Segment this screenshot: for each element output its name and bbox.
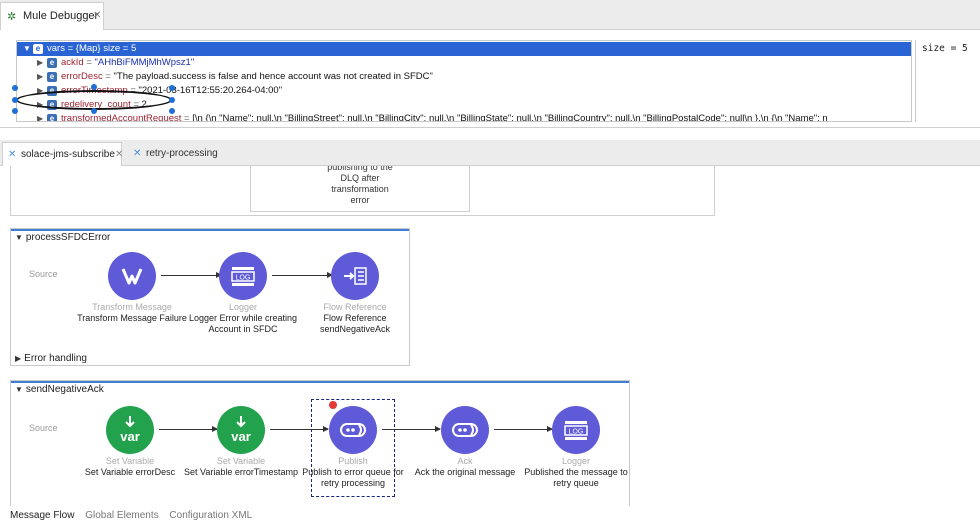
tree-value: "AHhBiFMMjMhWpsz1" <box>94 57 195 68</box>
variables-tree[interactable]: ▼ e vars = {Map} size = 5 ▶ e ackId = "A… <box>16 40 912 122</box>
expanded-triangle-icon[interactable]: ▼ <box>23 42 31 56</box>
tree-row-errordesc[interactable]: ▶ e errorDesc = "The payload.success is … <box>17 70 911 84</box>
source-label: Source <box>29 423 58 433</box>
node-label: Logger Error while creating Account in S… <box>188 313 298 334</box>
collapse-triangle-icon[interactable]: ▼ <box>15 233 23 242</box>
tab-solace-jms-subscribe[interactable]: ✕ solace-jms-subscribe ✕ <box>2 142 123 166</box>
tab-mule-debugger[interactable]: ✲ Mule Debugger ✕ <box>0 2 104 30</box>
selection-handle <box>91 84 97 90</box>
debug-icon: ✲ <box>7 11 17 23</box>
selection-handle <box>12 97 18 103</box>
previous-flow-node[interactable]: publishing to the DLQ after transformati… <box>250 166 470 212</box>
flow-arrow <box>382 426 441 432</box>
flow-canvas[interactable]: publishing to the DLQ after transformati… <box>0 166 980 506</box>
node-type: Publish <box>338 456 368 466</box>
node-label: Flow Reference sendNegativeAck <box>319 313 391 334</box>
svg-text:LOG: LOG <box>236 275 251 282</box>
selection-handle <box>12 108 18 114</box>
svg-text:LOG: LOG <box>569 429 584 436</box>
tree-value: [\n {\n "Name": null,\n "BillingStreet":… <box>192 113 828 122</box>
publish-icon[interactable] <box>329 406 377 454</box>
node-label: Set Variable errorTimestamp <box>183 467 299 477</box>
close-icon[interactable]: ✕ <box>93 10 101 21</box>
ack-icon[interactable] <box>441 406 489 454</box>
collapsed-triangle-icon[interactable]: ▶ <box>37 70 43 84</box>
flow-arrow <box>159 426 218 432</box>
node-type: Set Variable <box>216 456 266 466</box>
tree-key: vars <box>47 43 65 54</box>
flow-arrow <box>494 426 553 432</box>
source-label: Source <box>29 269 58 279</box>
flow-header[interactable]: ▼ sendNegativeAck <box>11 381 629 397</box>
close-icon[interactable]: ✕ <box>115 149 123 160</box>
tree-key: ackId <box>61 57 84 68</box>
tree-key: transformedAccountRequest <box>61 113 182 122</box>
entry-icon: e <box>47 114 57 121</box>
node-label: Ack the original message <box>414 467 516 477</box>
entry-icon: e <box>33 44 43 54</box>
flow-reference-icon[interactable] <box>331 252 379 300</box>
logger-icon[interactable]: LOG <box>552 406 600 454</box>
tree-row-ackid[interactable]: ▶ e ackId = "AHhBiFMMjMhWpsz1" <box>17 56 911 70</box>
selection-handle <box>12 85 18 91</box>
flow-sendnegativeack: ▼ sendNegativeAck Source var Set Variable… <box>10 380 630 506</box>
flow-header[interactable]: ▼ processSFDCError <box>11 229 409 245</box>
svg-text:var: var <box>231 429 251 444</box>
selection-handle <box>91 108 97 114</box>
value-detail-pane: size = 5 <box>915 40 980 122</box>
flow-name: sendNegativeAck <box>25 384 104 395</box>
selection-handle <box>169 97 175 103</box>
selection-handle <box>169 85 175 91</box>
error-handling-label: Error handling <box>24 353 87 364</box>
node-type: Transform Message <box>92 302 172 312</box>
svg-text:var: var <box>120 429 140 444</box>
selection-handle <box>169 108 175 114</box>
tab-label: solace-jms-subscribe <box>21 149 115 160</box>
flow-name: processSFDCError <box>25 232 111 243</box>
tree-value: "The payload.success is false and hence … <box>113 71 433 82</box>
tree-row-vars[interactable]: ▼ e vars = {Map} size = 5 <box>17 42 911 56</box>
tree-row-transformed-account-request[interactable]: ▶ e transformedAccountRequest = [\n {\n … <box>17 112 911 122</box>
node-type: Logger <box>228 302 258 312</box>
tab-configuration-xml[interactable]: Configuration XML <box>169 510 252 521</box>
transform-icon[interactable] <box>108 252 156 300</box>
node-label: Publish to error queue for retry process… <box>302 467 404 488</box>
collapsed-triangle-icon[interactable]: ▶ <box>37 112 43 121</box>
debugger-tab-bar: ✲ Mule Debugger ✕ <box>0 0 980 30</box>
mule-file-icon: ✕ <box>133 148 142 159</box>
logger-icon[interactable]: LOG <box>219 252 267 300</box>
flow-arrow <box>161 272 222 278</box>
node-type: Ack <box>457 456 473 466</box>
set-variable-icon[interactable]: var <box>106 406 154 454</box>
tab-label: retry-processing <box>146 148 218 159</box>
tab-global-elements[interactable]: Global Elements <box>85 510 158 521</box>
debugger-panel: ▼ e vars = {Map} size = 5 ▶ e ackId = "A… <box>0 30 980 128</box>
node-type: Flow Reference <box>323 302 387 312</box>
collapsed-triangle-icon: ▶ <box>15 354 22 363</box>
node-label: Set Variable errorDesc <box>84 467 176 477</box>
set-variable-icon[interactable]: var <box>217 406 265 454</box>
tree-value: {Map} size = 5 <box>75 43 137 54</box>
mule-file-icon: ✕ <box>8 149 17 160</box>
node-type: Logger <box>561 456 591 466</box>
tab-label: Mule Debugger <box>23 10 99 22</box>
node-label: publishing to the DLQ after transformati… <box>327 166 393 205</box>
entry-icon: e <box>47 58 57 68</box>
node-label: Published the message to retry queue <box>524 467 628 488</box>
editor-bottom-tabs: Message Flow Global Elements Configurati… <box>0 506 980 529</box>
tab-message-flow[interactable]: Message Flow <box>10 510 74 521</box>
node-label: Transform Message Failure <box>77 313 187 323</box>
flow-processsfdcerror: ▼ processSFDCError Source Transform Messa… <box>10 228 410 366</box>
error-handling-toggle[interactable]: ▶ Error handling <box>15 353 87 364</box>
node-type: Set Variable <box>105 456 155 466</box>
highlight-oval <box>16 90 172 110</box>
collapse-triangle-icon[interactable]: ▼ <box>15 385 23 394</box>
flow-arrow <box>272 272 333 278</box>
tab-retry-processing[interactable]: ✕ retry-processing <box>128 142 228 166</box>
tree-key: errorDesc <box>61 71 103 82</box>
entry-icon: e <box>47 72 57 82</box>
editor-tab-bar: ✕ solace-jms-subscribe ✕ ✕ retry-process… <box>0 140 980 166</box>
collapsed-triangle-icon[interactable]: ▶ <box>37 56 43 70</box>
